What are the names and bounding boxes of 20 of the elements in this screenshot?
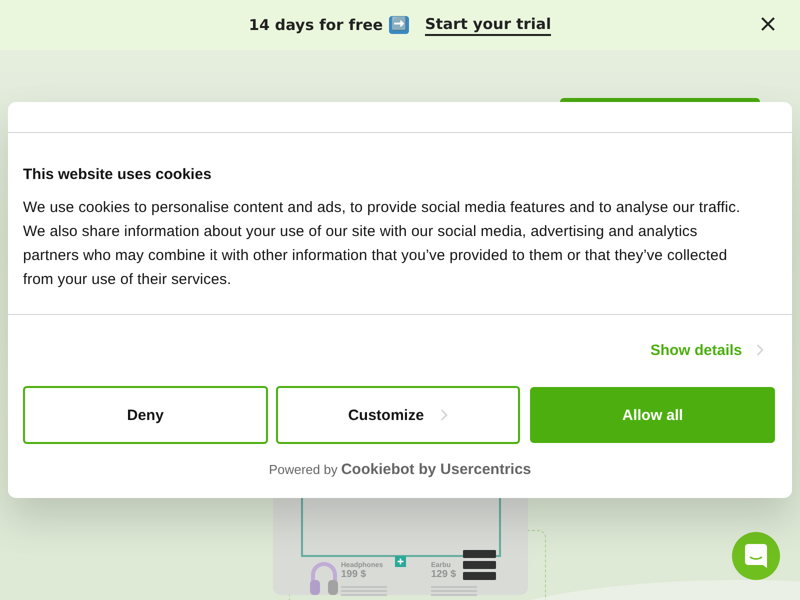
toolbar-chip[interactable]: [463, 561, 496, 569]
product-price: 129 $: [431, 569, 456, 580]
add-icon[interactable]: [395, 556, 406, 567]
powered-by-text: Powered by Cookiebot by Usercentrics: [268, 461, 532, 478]
dialog-title: This website uses cookies: [23, 166, 212, 183]
toolbar-chip[interactable]: [463, 550, 496, 558]
cookie-description: We use cookies to personalise content and ads, to provide social media features and to analyse our traffic. We also share information about your use of our site with our social media, advertising and analytics partners who may combine it with other information that you’ve provided to them or that they’ve collected from your use of their services.: [23, 198, 742, 290]
chat-button[interactable]: [732, 532, 780, 580]
start-trial-link[interactable]: Start your trial: [424, 14, 552, 36]
headphones-drawing: [309, 560, 339, 596]
chevron-icon: [440, 409, 448, 421]
promo-text: 14 days for free: [248, 16, 383, 34]
chat-icon: [745, 544, 767, 568]
arrow-emoji: ➡: [388, 16, 409, 34]
consent-button[interactable]: Customize: [276, 386, 520, 444]
chevron-icon: [756, 344, 764, 356]
product-price: 199 $: [341, 569, 368, 580]
close-icon[interactable]: [760, 16, 776, 32]
toolbar-chip[interactable]: [463, 572, 496, 580]
consent-button[interactable]: Deny: [23, 386, 268, 444]
